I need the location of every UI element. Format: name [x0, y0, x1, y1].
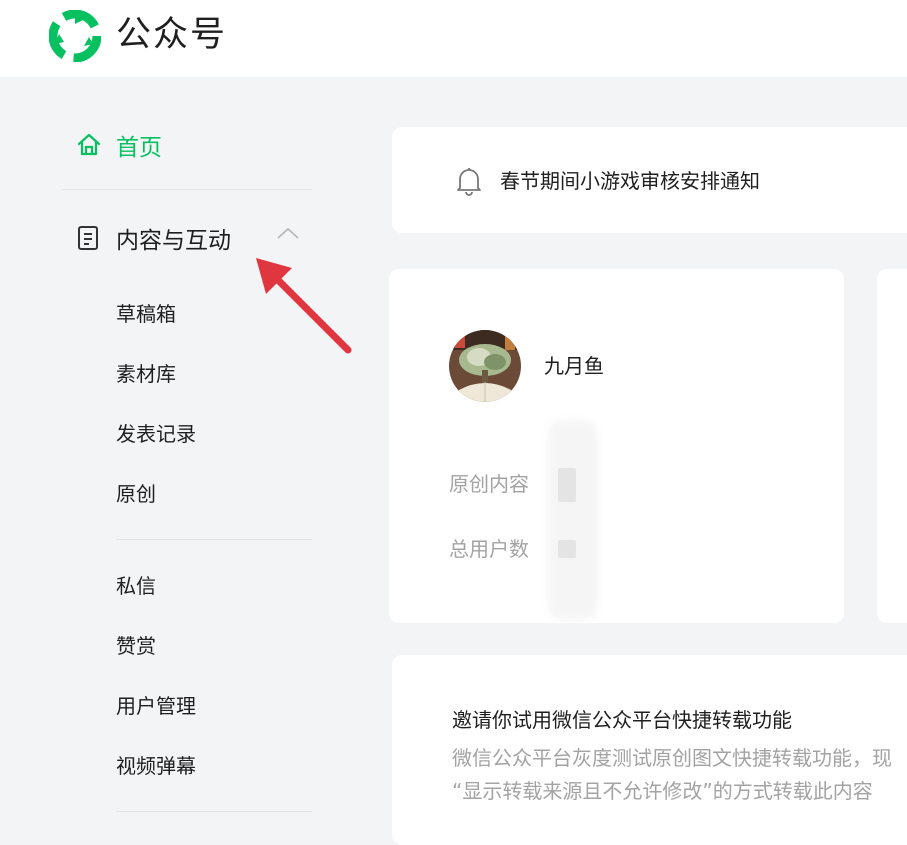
- account-name: 九月鱼: [544, 354, 604, 378]
- secondary-card: [877, 269, 907, 623]
- sidebar-item-label: 首页: [116, 135, 162, 161]
- sidebar-item-publish-records[interactable]: 发表记录: [116, 420, 196, 448]
- promo-text-line: “显示转载来源且不允许修改”的方式转载此内容: [452, 779, 873, 803]
- stat-label-original-content: 原创内容: [449, 472, 529, 496]
- sidebar-item-drafts[interactable]: 草稿箱: [116, 300, 176, 328]
- sidebar-item-content-interaction[interactable]: 内容与互动: [76, 221, 231, 255]
- redacted-value: [558, 540, 576, 558]
- sidebar-item-material-library[interactable]: 素材库: [116, 360, 176, 388]
- document-icon: [78, 226, 98, 250]
- sidebar-item-messages[interactable]: 私信: [116, 572, 156, 600]
- redacted-value: [558, 468, 576, 502]
- redacted-area: [548, 420, 598, 620]
- avatar-image: [449, 330, 521, 402]
- wechat-official-accounts-logo[interactable]: [49, 10, 101, 62]
- top-bar: 公众号: [0, 0, 907, 77]
- chevron-up-icon[interactable]: [276, 226, 300, 240]
- sidebar-item-rewards[interactable]: 赞赏: [116, 632, 156, 660]
- bell-icon: [457, 168, 481, 196]
- sidebar-divider: [116, 539, 312, 540]
- brand-title: 公众号: [116, 15, 228, 55]
- sidebar-divider: [116, 811, 312, 812]
- avatar[interactable]: [449, 330, 521, 402]
- promo-title[interactable]: 邀请你试用微信公众平台快捷转载功能: [452, 706, 792, 734]
- home-icon: [77, 133, 101, 156]
- promo-text-line: 微信公众平台灰度测试原创图文快捷转载功能，现: [452, 746, 892, 770]
- sidebar-item-label: 内容与互动: [116, 228, 231, 254]
- sidebar-item-user-management[interactable]: 用户管理: [116, 692, 196, 720]
- sidebar-divider: [62, 189, 312, 190]
- notice-text[interactable]: 春节期间小游戏审核安排通知: [500, 167, 760, 195]
- stat-label-total-users: 总用户数: [449, 537, 529, 561]
- account-card: [389, 269, 844, 623]
- sidebar-item-original[interactable]: 原创: [116, 480, 156, 508]
- sidebar-item-video-danmaku[interactable]: 视频弹幕: [116, 752, 196, 780]
- annotation-arrow-icon: [256, 258, 352, 354]
- sidebar-item-home[interactable]: 首页: [76, 128, 162, 162]
